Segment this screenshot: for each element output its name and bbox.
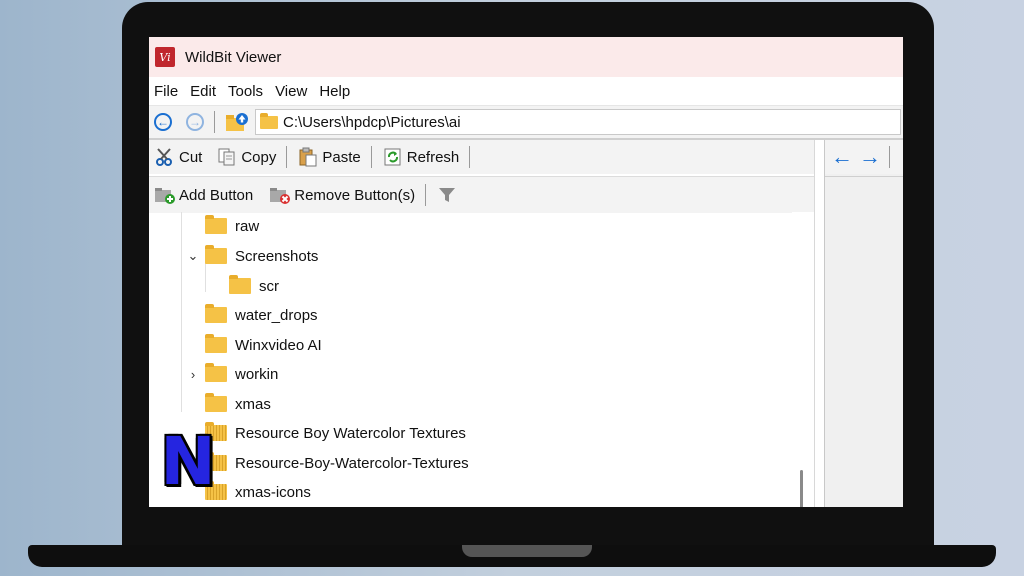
copy-button[interactable]: Copy — [216, 146, 276, 168]
paste-button[interactable]: Paste — [297, 146, 361, 168]
separator — [425, 184, 427, 206]
cut-label: Cut — [179, 148, 203, 166]
separator — [469, 146, 471, 168]
remove-button-label: Remove Button(s) — [294, 186, 416, 204]
up-folder-icon — [226, 113, 248, 131]
tree-item-label: Screenshots — [235, 247, 319, 265]
refresh-button[interactable]: Refresh — [382, 146, 460, 168]
add-folder-icon — [154, 184, 176, 206]
copy-label: Copy — [241, 148, 277, 166]
menu-edit[interactable]: Edit — [184, 83, 222, 100]
filter-button[interactable] — [436, 184, 461, 206]
separator — [214, 111, 215, 133]
refresh-icon — [382, 146, 404, 168]
title-bar: Vi WildBit Viewer — [149, 37, 903, 77]
folder-icon — [205, 334, 227, 353]
separator — [286, 146, 288, 168]
menu-tools[interactable]: Tools — [222, 83, 269, 100]
tree-item-workin[interactable]: › workin — [185, 360, 278, 388]
separator — [370, 146, 372, 168]
tree-item-water-drops[interactable]: water_drops — [185, 301, 318, 329]
paste-icon — [297, 146, 319, 168]
add-button[interactable]: Add Button — [154, 184, 253, 206]
menu-bar: File Edit Tools View Help — [149, 77, 903, 106]
copy-icon — [216, 146, 238, 168]
menu-help[interactable]: Help — [313, 83, 356, 100]
tree-item-label: raw — [235, 217, 260, 235]
tree-item-resource-boy-watercolor-textures[interactable]: Resource Boy Watercolor Textures — [185, 419, 466, 447]
add-button-label: Add Button — [179, 186, 254, 204]
tree-item-label: xmas — [235, 395, 271, 413]
paste-label: Paste — [322, 148, 361, 166]
filter-icon — [436, 184, 458, 206]
laptop-notch — [462, 545, 592, 557]
cut-button[interactable]: Cut — [154, 146, 202, 168]
n-logo: N — [160, 423, 216, 500]
tree-item-label: Resource-Boy-Watercolor-Textures — [235, 454, 469, 472]
folder-pane: Cut Copy Paste Refresh Add Button Remove… — [149, 140, 814, 507]
menu-file[interactable]: File — [149, 83, 184, 100]
tree-item-screenshots[interactable]: ⌄ Screenshots — [185, 242, 318, 270]
next-arrow-icon[interactable]: → — [859, 146, 881, 168]
remove-button[interactable]: Remove Button(s) — [269, 184, 415, 206]
folder-icon — [205, 363, 227, 382]
expander-expanded-icon[interactable]: ⌄ — [185, 248, 201, 264]
tree-item-label: scr — [259, 277, 279, 295]
app-window: Vi WildBit Viewer File Edit Tools View H… — [149, 37, 903, 507]
remove-folder-icon — [269, 184, 291, 206]
tree-item-winxvideo-ai[interactable]: Winxvideo AI — [185, 331, 322, 359]
custom-toolbar: Add Button Remove Button(s) — [149, 176, 814, 213]
forward-arrow-icon: → — [189, 115, 201, 129]
folder-icon — [205, 215, 227, 234]
tree-item-label: water_drops — [235, 306, 318, 324]
folder-tree: raw ⌄ Screenshots scr water_drops Winxvi… — [149, 212, 789, 507]
folder-icon — [260, 112, 278, 129]
tree-item-xmas[interactable]: xmas — [185, 390, 271, 418]
folder-icon — [205, 393, 227, 412]
back-button[interactable]: ← — [154, 113, 172, 131]
window-title: WildBit Viewer — [185, 48, 282, 66]
previous-arrow-icon[interactable]: ← — [831, 146, 853, 168]
app-icon: Vi — [155, 47, 175, 67]
tree-item-resource-boy-watercolor-textures-2[interactable]: Resource-Boy-Watercolor-Textures — [185, 449, 469, 477]
folder-icon — [205, 304, 227, 323]
preview-area — [825, 176, 903, 507]
scrollbar-thumb[interactable] — [800, 470, 803, 507]
edit-toolbar: Cut Copy Paste Refresh — [149, 140, 814, 174]
folder-icon — [205, 245, 227, 264]
tree-item-raw[interactable]: raw — [185, 212, 259, 240]
tree-item-label: Resource Boy Watercolor Textures — [235, 424, 466, 442]
refresh-label: Refresh — [406, 148, 460, 166]
folder-icon — [229, 275, 251, 294]
separator — [889, 146, 890, 168]
menu-view[interactable]: View — [269, 83, 313, 100]
up-folder-button[interactable] — [225, 112, 249, 132]
path-field[interactable]: C:\Users\hpdcp\Pictures\ai — [255, 109, 901, 135]
tree-scrollbar[interactable] — [792, 212, 814, 507]
scissors-icon — [154, 146, 176, 168]
tree-item-scr[interactable]: scr — [209, 272, 279, 300]
preview-toolbar: ← → — [825, 140, 903, 174]
preview-pane: ← → — [824, 140, 903, 507]
path-text: C:\Users\hpdcp\Pictures\ai — [283, 113, 461, 131]
expander-collapsed-icon[interactable]: › — [185, 367, 201, 382]
tree-item-label: workin — [235, 365, 279, 383]
back-arrow-icon: ← — [157, 115, 169, 129]
tree-item-label: xmas-icons — [235, 483, 311, 501]
tree-guide-line — [181, 212, 182, 412]
address-bar: ← → C:\Users\hpdcp\Pictures\ai — [149, 106, 903, 140]
tree-item-label: Winxvideo AI — [235, 336, 322, 354]
forward-button[interactable]: → — [186, 113, 204, 131]
